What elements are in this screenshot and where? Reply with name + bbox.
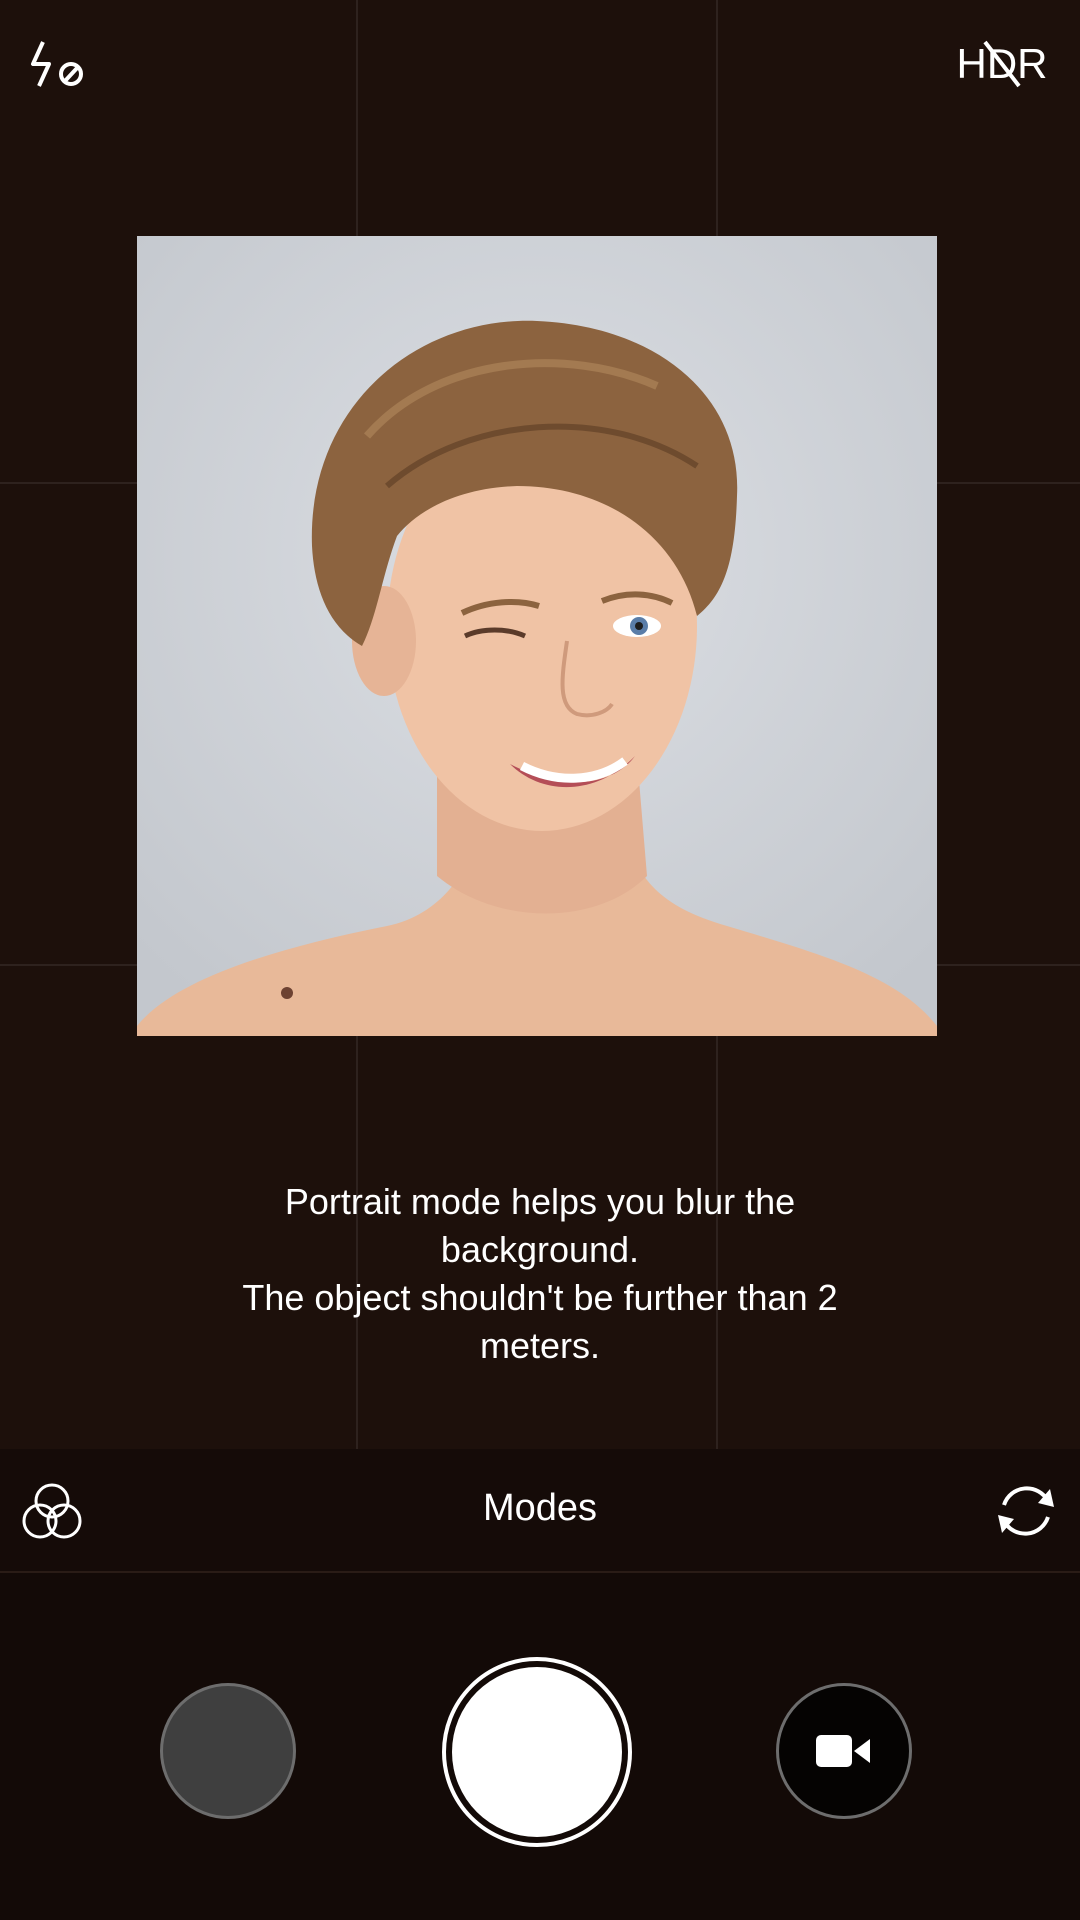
gallery-thumbnail[interactable] [160,1683,296,1819]
camera-viewfinder[interactable]: HDR [0,0,1080,1449]
portrait-mode-hint: Portrait mode helps you blur the backgro… [140,1178,940,1370]
switch-camera-icon[interactable] [990,1475,1062,1547]
shutter-inner [452,1667,622,1837]
modes-bar: Modes [0,1449,1080,1573]
video-camera-icon [816,1735,870,1767]
hdr-off-icon[interactable]: HDR [942,28,1062,100]
shutter-button[interactable] [442,1657,632,1847]
hint-line-2: The object shouldn't be further than 2 m… [242,1277,838,1366]
flash-off-icon[interactable] [18,28,98,100]
capture-bar [0,1573,1080,1920]
hint-line-1: Portrait mode helps you blur the backgro… [284,1181,796,1270]
modes-label[interactable]: Modes [0,1487,1080,1530]
video-mode-button[interactable] [776,1683,912,1819]
portrait-preview [137,236,937,1036]
